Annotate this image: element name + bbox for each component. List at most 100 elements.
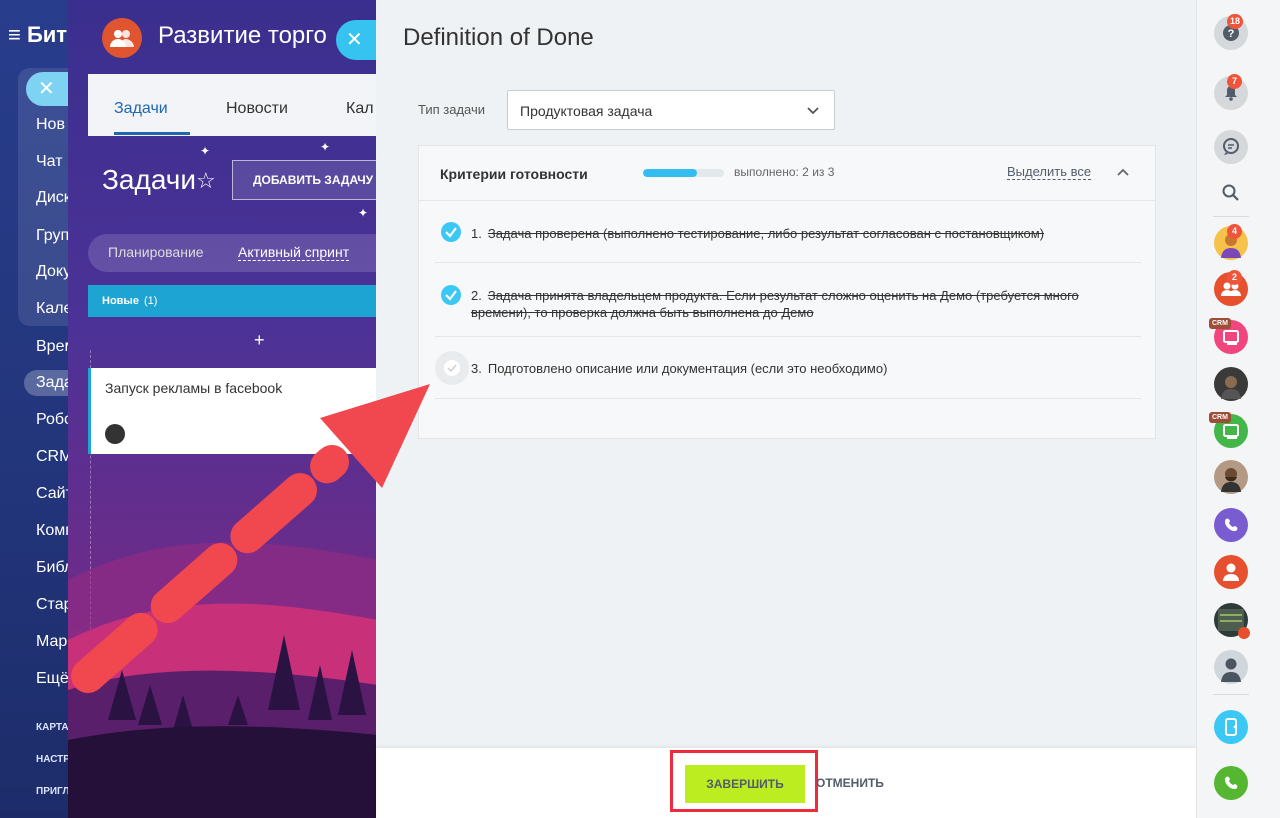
kanban-column-header: Новые (1): [88, 285, 378, 317]
contact-avatar[interactable]: [1214, 460, 1248, 494]
responsible-avatar[interactable]: [105, 424, 125, 444]
chat-icon: [1223, 138, 1239, 155]
main-sidebar: ≡ Бит ✕ Нов Чат Диск Груп Доку Кале Врем…: [0, 0, 70, 818]
phone-icon: [1224, 518, 1238, 532]
add-task-button[interactable]: ДОБАВИТЬ ЗАДАЧУ: [232, 160, 378, 200]
favorite-star-icon[interactable]: ☆: [196, 168, 216, 194]
task-type-select[interactable]: Продуктовая задача: [507, 90, 835, 130]
criteria-item-text: 3. Подготовлено описание или документация…: [471, 360, 887, 377]
sparkle-icon: ✦: [200, 144, 211, 158]
sidebar-item-groups[interactable]: Груп: [36, 227, 69, 245]
sidebar-item-disk[interactable]: Диск: [36, 189, 70, 207]
sidebar-item-robots[interactable]: Робо: [36, 411, 70, 429]
criteria-item-text: 1. Задача проверена (выполнено тестирован…: [471, 225, 1044, 242]
sparkle-icon: ✦: [358, 206, 369, 220]
sidebar-close-button[interactable]: ✕: [26, 72, 70, 106]
search-icon: [1222, 184, 1239, 201]
sidebar-item-docs[interactable]: Доку: [36, 263, 70, 281]
sidebar-item-chat[interactable]: Чат: [36, 153, 63, 171]
page-title: Definition of Done: [403, 24, 594, 51]
sidebar-link-settings[interactable]: НАСТР: [36, 754, 70, 765]
checkbox-unchecked-icon[interactable]: [435, 351, 469, 385]
checkbox-checked-icon[interactable]: [441, 222, 461, 242]
group-users-icon: [110, 30, 134, 47]
finish-button[interactable]: ЗАВЕРШИТЬ: [685, 765, 805, 803]
criteria-item-text: 2. Задача принята владельцем продукта. Ес…: [471, 287, 1141, 321]
help-badge: 18: [1227, 14, 1244, 29]
sidebar-link-map[interactable]: КАРТА: [36, 722, 69, 733]
criteria-progress-bar: [643, 169, 724, 177]
call-button[interactable]: [1214, 766, 1248, 800]
sidebar-item-time[interactable]: Врем: [36, 338, 70, 356]
device-icon: [1225, 718, 1237, 736]
chevron-up-icon[interactable]: [1116, 166, 1130, 180]
user-photo-icon: [1221, 468, 1241, 492]
task-card-title[interactable]: Запуск рекламы в facebook: [105, 380, 282, 396]
task-type-value: Продуктовая задача: [520, 103, 653, 119]
user-photo-icon: [1221, 376, 1241, 399]
criteria-item-label: Задача принята владельцем продукта. Если…: [471, 288, 1079, 320]
right-app-bar: ? 18 7 4 2 CRM CRM: [1196, 0, 1280, 818]
tab-news[interactable]: Новости: [226, 100, 288, 118]
group-tabs: Задачи Новости Кал: [88, 74, 378, 136]
group-title: Развитие торго: [158, 22, 327, 49]
close-slider-button[interactable]: ✕: [336, 20, 378, 60]
sidebar-item-company[interactable]: Комп: [36, 522, 70, 540]
tab-planning[interactable]: Планирование: [108, 244, 204, 260]
user-icon: [1223, 563, 1239, 581]
sidebar-item-news[interactable]: Нов: [36, 116, 65, 134]
sidebar-item-sites[interactable]: Сайт: [36, 485, 70, 503]
sidebar-item-more[interactable]: Ещё: [36, 670, 69, 688]
sidebar-item-start[interactable]: Стар: [36, 596, 70, 614]
crm-label: CRM: [1209, 412, 1231, 423]
sparkle-icon: ✦: [320, 140, 331, 154]
sidebar-item-market[interactable]: Мар: [36, 633, 67, 651]
group-avatar[interactable]: [102, 18, 142, 58]
criteria-item-number: 3.: [471, 361, 482, 376]
sidebar-link-invite[interactable]: ПРИГЛ: [36, 786, 69, 797]
portal-logo[interactable]: ≡ Бит: [8, 22, 67, 48]
sidebar-item-calendar[interactable]: Кале: [36, 300, 70, 318]
tab-calendar[interactable]: Кал: [346, 100, 374, 118]
contact-avatar[interactable]: [1214, 650, 1248, 684]
sidebar-item-crm[interactable]: CRM: [36, 448, 70, 466]
sidebar-item-library[interactable]: Библ: [36, 559, 70, 577]
slider-footer: ЗАВЕРШИТЬ ОТМЕНИТЬ: [376, 748, 1196, 818]
tasks-heading: Задачи: [102, 164, 197, 195]
contact-avatar[interactable]: [1214, 367, 1248, 401]
column-name: Новые: [102, 295, 139, 307]
active-tab-indicator: [114, 132, 190, 135]
add-card-plus-icon[interactable]: +: [254, 330, 265, 351]
viber-chat-avatar[interactable]: [1214, 508, 1248, 542]
group-chat-badge: 2: [1227, 270, 1242, 285]
column-count: (1): [144, 295, 158, 307]
cancel-button[interactable]: ОТМЕНИТЬ: [816, 776, 884, 790]
progress-text: выполнено: 2 из 3: [734, 165, 835, 179]
select-all-link[interactable]: Выделить все: [1007, 164, 1092, 180]
checkbox-checked-icon[interactable]: [441, 285, 461, 305]
messenger-button[interactable]: [1214, 130, 1248, 164]
criteria-title: Критерии готовности: [440, 166, 588, 182]
workgroup-panel: Развитие торго ✕ Задачи Новости Кал ✦ ✦ …: [68, 0, 378, 818]
criteria-item-number: 1.: [471, 226, 482, 241]
crm-label: CRM: [1209, 318, 1231, 329]
scrum-view-switcher: Планирование Активный спринт: [88, 234, 378, 272]
tab-active-sprint[interactable]: Активный спринт: [238, 244, 350, 261]
tab-tasks[interactable]: Задачи: [114, 100, 168, 118]
task-card[interactable]: Запуск рекламы в facebook: [88, 368, 378, 454]
sidebar-item-tasks[interactable]: Зада: [24, 370, 70, 396]
task-type-label: Тип задачи: [418, 102, 486, 117]
progress-fill: [643, 169, 697, 177]
user-badge: 4: [1227, 224, 1242, 239]
background-landscape-image: [68, 542, 378, 818]
criteria-item-number: 2.: [471, 288, 482, 303]
criteria-item-label: Задача проверена (выполнено тестирование…: [487, 226, 1045, 241]
search-button[interactable]: [1214, 176, 1248, 210]
chevron-down-icon: [807, 107, 819, 115]
notifications-badge: 7: [1227, 74, 1242, 89]
user-photo-icon: [1221, 658, 1241, 682]
workgroup-header: Развитие торго ✕: [68, 0, 378, 74]
user-avatar[interactable]: [1214, 555, 1248, 589]
criteria-item: 1. Задача проверена (выполнено тестирован…: [435, 201, 1141, 263]
open-lines-button[interactable]: [1214, 710, 1248, 744]
